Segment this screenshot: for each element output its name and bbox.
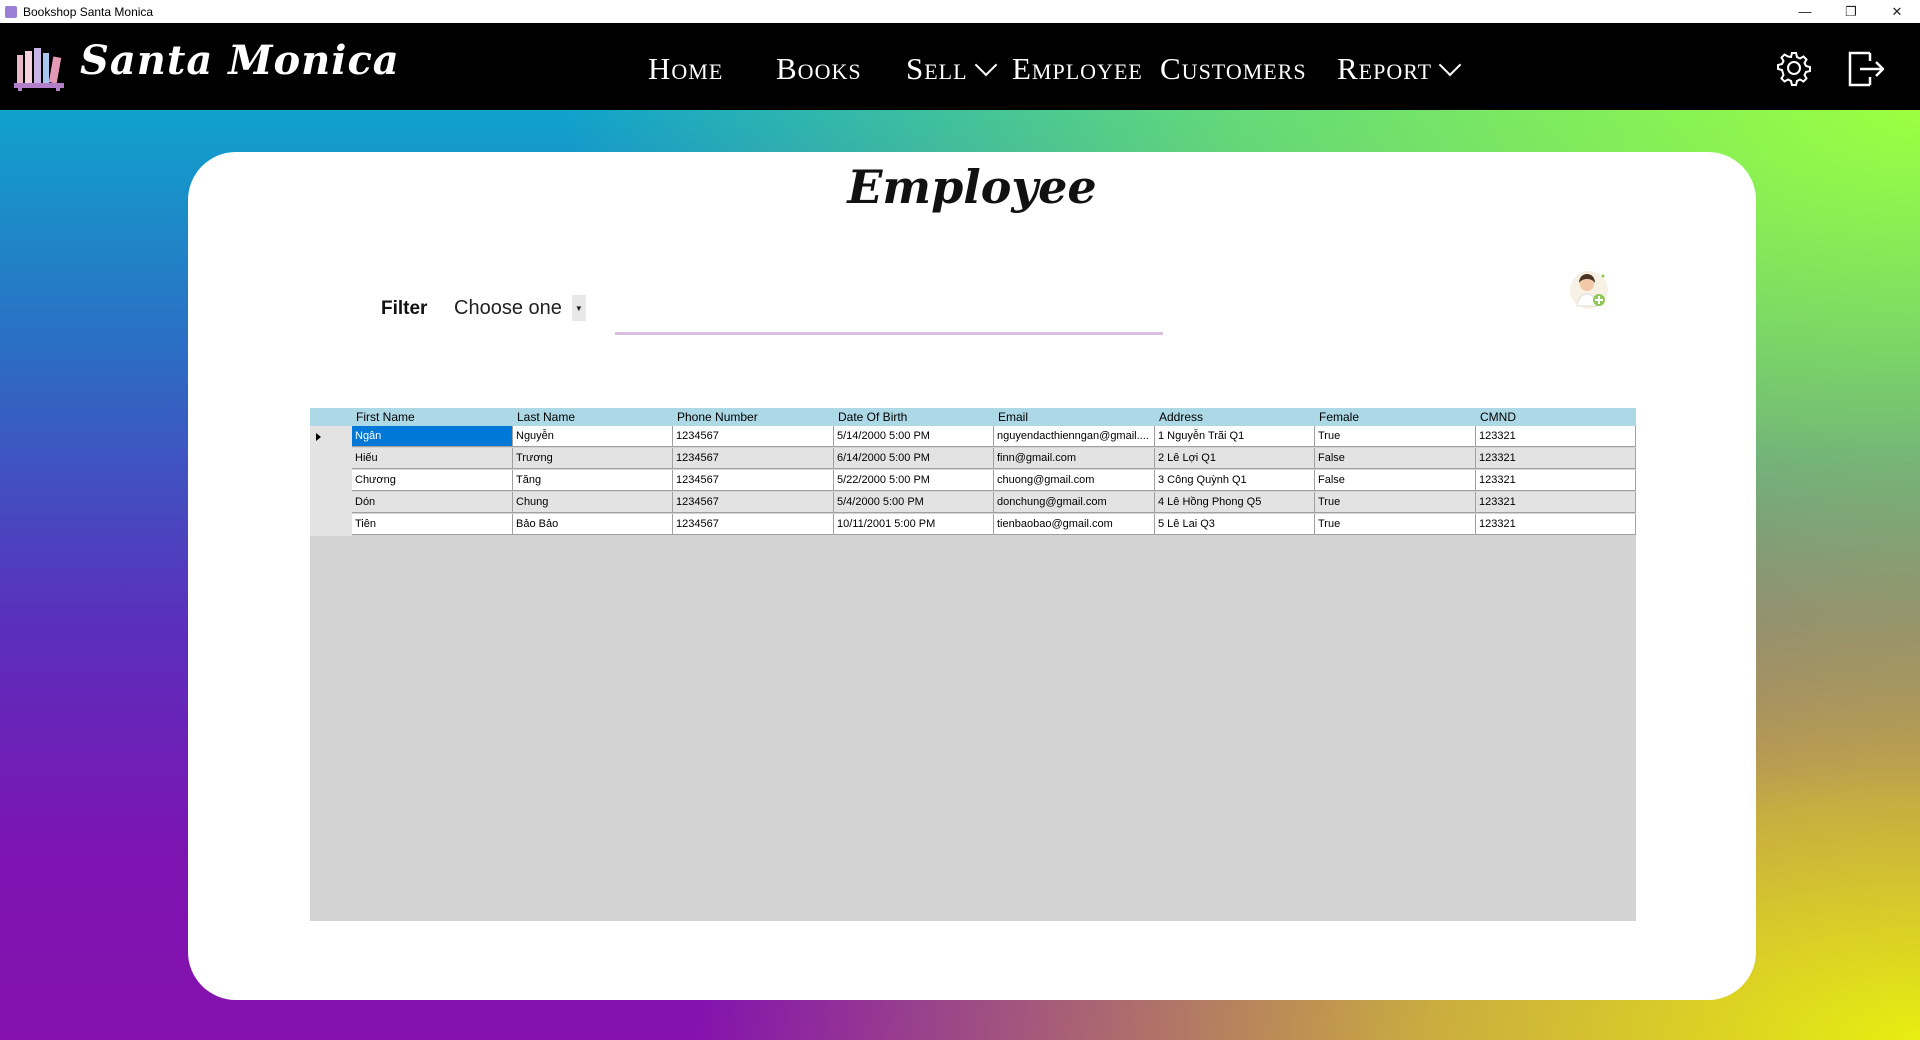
column-header-female[interactable]: Female [1319,410,1359,424]
table-cell[interactable]: finn@gmail.com [994,448,1155,469]
nav-customers[interactable]: Customers [1160,51,1307,87]
table-cell[interactable]: Tăng [513,470,673,491]
brand-name[interactable]: Santa Monica [80,37,400,84]
table-cell[interactable]: nguyendacthienngan@gmail.... [994,426,1155,447]
nav-home[interactable]: Home [648,51,723,87]
app-icon [5,5,17,18]
table-cell[interactable]: 5/14/2000 5:00 PM [834,426,994,447]
column-header-date-of-birth[interactable]: Date Of Birth [838,410,907,424]
row-header[interactable] [310,492,352,514]
column-header-last-name[interactable]: Last Name [517,410,575,424]
table-row[interactable]: Ngân Nguyễn 1234567 5/14/2000 5:00 PM nguyen… [310,426,1636,448]
table-row[interactable]: Chương Tăng 1234567 5/22/2000 5:00 PM chuong… [310,470,1636,492]
chevron-down-icon [974,53,997,77]
page-title: Employee [847,160,1097,214]
table-cell[interactable]: Hiếu [352,448,513,469]
filter-label: Filter [381,298,428,319]
nav-sell-label: Sell [906,51,968,86]
filter-select[interactable]: Choose one ▼ [454,294,586,322]
row-header[interactable] [310,426,352,448]
table-cell[interactable]: 3 Công Quỳnh Q1 [1155,470,1315,491]
table-cell[interactable]: Trương [513,448,673,469]
table-cell[interactable]: Dón [352,492,513,513]
row-header[interactable] [310,514,352,536]
add-employee-avatar-icon[interactable] [1569,270,1609,310]
dropdown-arrow-icon[interactable]: ▼ [571,295,586,321]
filter-select-value: Choose one [454,296,562,319]
table-cell[interactable]: 123321 [1476,492,1636,513]
table-cell[interactable]: 123321 [1476,448,1636,469]
table-cell[interactable]: Bảo Bảo [513,514,673,535]
table-cell[interactable]: 5 Lê Lai Q3 [1155,514,1315,535]
table-cell[interactable]: 5/22/2000 5:00 PM [834,470,994,491]
nav-sell[interactable]: Sell [906,51,997,87]
column-header-phone-number[interactable]: Phone Number [677,410,758,424]
search-input[interactable] [615,332,1163,335]
row-header[interactable] [310,448,352,470]
table-cell[interactable]: 5/4/2000 5:00 PM [834,492,994,513]
table-cell[interactable]: 1234567 [673,448,834,469]
row-header[interactable] [310,470,352,492]
table-cell[interactable]: Chung [513,492,673,513]
table-cell[interactable]: tienbaobao@gmail.com [994,514,1155,535]
table-cell[interactable]: Ngân [352,426,513,447]
table-cell[interactable]: True [1315,426,1476,447]
table-cell[interactable]: 123321 [1476,426,1636,447]
minimize-button[interactable]: — [1782,0,1828,23]
window-title: Bookshop Santa Monica [23,4,154,19]
table-cell[interactable]: False [1315,470,1476,491]
table-cell[interactable]: 1234567 [673,470,834,491]
restore-button[interactable]: ❐ [1828,0,1874,23]
nav-employee[interactable]: Employee [1012,51,1143,87]
current-row-indicator-icon [316,433,321,441]
nav-books[interactable]: Books [776,51,862,87]
table-cell[interactable]: Tiên [352,514,513,535]
employee-table[interactable]: First Name Last Name Phone Number Date O… [310,408,1636,921]
table-cell[interactable]: 10/11/2001 5:00 PM [834,514,994,535]
window-titlebar: Bookshop Santa Monica — ❐ ✕ [0,0,1920,23]
table-row[interactable]: Tiên Bảo Bảo 1234567 10/11/2001 5:00 PM tien… [310,514,1636,536]
table-cell[interactable]: Nguyễn [513,426,673,447]
table-cell[interactable]: Chương [352,470,513,491]
table-cell[interactable]: donchung@gmail.com [994,492,1155,513]
table-cell[interactable]: 1 Nguyễn Trãi Q1 [1155,426,1315,447]
column-header-email[interactable]: Email [998,410,1028,424]
table-header-row: First Name Last Name Phone Number Date O… [310,408,1636,426]
table-cell[interactable]: False [1315,448,1476,469]
column-header-first-name[interactable]: First Name [356,410,415,424]
table-cell[interactable]: 4 Lê Hồng Phong Q5 [1155,492,1315,513]
table-cell[interactable]: 1234567 [673,426,834,447]
column-header-address[interactable]: Address [1159,410,1203,424]
table-row[interactable]: Hiếu Trương 1234567 6/14/2000 5:00 PM finn@g… [310,448,1636,470]
table-cell[interactable]: True [1315,514,1476,535]
window-controls: — ❐ ✕ [1782,0,1920,23]
nav-report-label: Report [1337,51,1433,86]
top-navbar: Santa Monica Home Books Sell Employee Cu… [0,23,1920,110]
table-cell[interactable]: 1234567 [673,492,834,513]
column-header-cmnd[interactable]: CMND [1480,410,1516,424]
table-cell[interactable]: 123321 [1476,470,1636,491]
table-cell[interactable]: 2 Lê Lợi Q1 [1155,448,1315,469]
settings-gear-icon[interactable] [1776,50,1812,86]
bookshelf-logo-icon [14,48,64,91]
nav-report[interactable]: Report [1337,51,1462,87]
table-cell[interactable]: 1234567 [673,514,834,535]
table-cell[interactable]: 6/14/2000 5:00 PM [834,448,994,469]
chevron-down-icon [1438,53,1462,77]
logout-icon[interactable] [1846,49,1884,89]
table-cell[interactable]: True [1315,492,1476,513]
table-row[interactable]: Dón Chung 1234567 5/4/2000 5:00 PM donchung@… [310,492,1636,514]
table-cell[interactable]: chuong@gmail.com [994,470,1155,491]
close-button[interactable]: ✕ [1874,0,1920,23]
table-cell[interactable]: 123321 [1476,514,1636,535]
